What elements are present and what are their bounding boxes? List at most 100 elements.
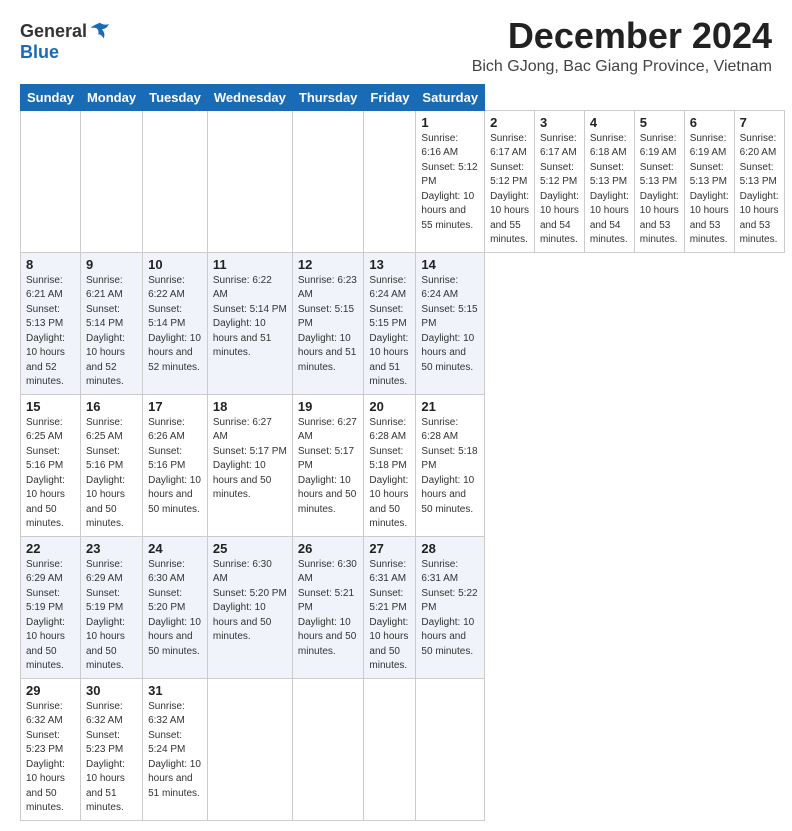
day-number: 10: [148, 257, 202, 272]
calendar-page: General Blue December 2024 Bich GJong, B…: [0, 0, 792, 831]
day-number: 2: [490, 115, 529, 130]
title-section: December 2024 Bich GJong, Bac Giang Prov…: [472, 16, 772, 76]
day-info: Sunrise: 6:22 AMSunset: 5:14 PMDaylight:…: [213, 274, 287, 361]
day-info: Sunrise: 6:30 AMSunset: 5:20 PMDaylight:…: [148, 558, 202, 660]
day-number: 31: [148, 683, 202, 698]
day-info: Sunrise: 6:27 AMSunset: 5:17 PMDaylight:…: [213, 416, 287, 503]
day-info: Sunrise: 6:29 AMSunset: 5:19 PMDaylight:…: [86, 558, 137, 674]
day-info: Sunrise: 6:25 AMSunset: 5:16 PMDaylight:…: [26, 416, 75, 532]
col-wednesday: Wednesday: [207, 84, 292, 110]
calendar-week-row: 29Sunrise: 6:32 AMSunset: 5:23 PMDayligh…: [21, 678, 785, 820]
day-number: 11: [213, 257, 287, 272]
table-row: 26 Sunrise: 6:30 AMSunset: 5:21 PMDayligh…: [292, 536, 364, 678]
table-row: [364, 110, 416, 252]
table-row: 31Sunrise: 6:32 AMSunset: 5:24 PMDayligh…: [143, 678, 208, 820]
table-row: 29Sunrise: 6:32 AMSunset: 5:23 PMDayligh…: [21, 678, 81, 820]
day-number: 15: [26, 399, 75, 414]
day-number: 18: [213, 399, 287, 414]
day-number: 5: [640, 115, 679, 130]
logo-general-text: General: [20, 21, 87, 42]
table-row: [416, 678, 485, 820]
table-row: 19 Sunrise: 6:27 AMSunset: 5:17 PMDayligh…: [292, 394, 364, 536]
table-row: [364, 678, 416, 820]
day-info: Sunrise: 6:21 AMSunset: 5:14 PMDaylight:…: [86, 274, 137, 390]
table-row: [292, 678, 364, 820]
day-number: 28: [421, 541, 479, 556]
day-number: 17: [148, 399, 202, 414]
table-row: 22Sunrise: 6:29 AMSunset: 5:19 PMDayligh…: [21, 536, 81, 678]
table-row: 11 Sunrise: 6:22 AMSunset: 5:14 PMDayligh…: [207, 252, 292, 394]
table-row: 7 Sunrise: 6:20 AMSunset: 5:13 PMDaylight…: [734, 110, 784, 252]
table-row: 10 Sunrise: 6:22 AMSunset: 5:14 PMDayligh…: [143, 252, 208, 394]
day-number: 14: [421, 257, 479, 272]
table-row: 20Sunrise: 6:28 AMSunset: 5:18 PMDayligh…: [364, 394, 416, 536]
table-row: [207, 678, 292, 820]
table-row: 2 Sunrise: 6:17 AMSunset: 5:12 PMDaylight…: [485, 110, 535, 252]
day-info: Sunrise: 6:30 AMSunset: 5:21 PMDaylight:…: [298, 558, 359, 660]
calendar-header-row: Sunday Monday Tuesday Wednesday Thursday…: [21, 84, 785, 110]
day-number: 27: [369, 541, 410, 556]
day-info: Sunrise: 6:31 AMSunset: 5:21 PMDaylight:…: [369, 558, 410, 674]
table-row: 13 Sunrise: 6:24 AMSunset: 5:15 PMDayligh…: [364, 252, 416, 394]
day-number: 23: [86, 541, 137, 556]
day-number: 13: [369, 257, 410, 272]
calendar-week-row: 22Sunrise: 6:29 AMSunset: 5:19 PMDayligh…: [21, 536, 785, 678]
table-row: 1 Sunrise: 6:16 AMSunset: 5:12 PMDaylight…: [416, 110, 485, 252]
logo-blue-text: Blue: [20, 42, 59, 63]
day-info: Sunrise: 6:19 AMSunset: 5:13 PMDaylight:…: [690, 132, 729, 248]
table-row: 28Sunrise: 6:31 AMSunset: 5:22 PMDayligh…: [416, 536, 485, 678]
day-number: 26: [298, 541, 359, 556]
col-friday: Friday: [364, 84, 416, 110]
day-info: Sunrise: 6:18 AMSunset: 5:13 PMDaylight:…: [590, 132, 629, 248]
table-row: 15 Sunrise: 6:25 AMSunset: 5:16 PMDayligh…: [21, 394, 81, 536]
day-info: Sunrise: 6:25 AMSunset: 5:16 PMDaylight:…: [86, 416, 137, 532]
day-number: 21: [421, 399, 479, 414]
day-number: 6: [690, 115, 729, 130]
day-number: 19: [298, 399, 359, 414]
table-row: 9 Sunrise: 6:21 AMSunset: 5:14 PMDaylight…: [80, 252, 142, 394]
day-info: Sunrise: 6:23 AMSunset: 5:15 PMDaylight:…: [298, 274, 359, 376]
table-row: 3Sunrise: 6:17 AMSunset: 5:12 PMDaylight…: [534, 110, 584, 252]
day-number: 24: [148, 541, 202, 556]
day-number: 16: [86, 399, 137, 414]
day-info: Sunrise: 6:27 AMSunset: 5:17 PMDaylight:…: [298, 416, 359, 518]
calendar-week-row: 1 Sunrise: 6:16 AMSunset: 5:12 PMDaylight…: [21, 110, 785, 252]
table-row: 30Sunrise: 6:32 AMSunset: 5:23 PMDayligh…: [80, 678, 142, 820]
table-row: [143, 110, 208, 252]
day-number: 1: [421, 115, 479, 130]
table-row: [21, 110, 81, 252]
day-info: Sunrise: 6:24 AMSunset: 5:15 PMDaylight:…: [369, 274, 410, 390]
day-info: Sunrise: 6:26 AMSunset: 5:16 PMDaylight:…: [148, 416, 202, 518]
day-info: Sunrise: 6:20 AMSunset: 5:13 PMDaylight:…: [740, 132, 779, 248]
day-info: Sunrise: 6:17 AMSunset: 5:12 PMDaylight:…: [540, 132, 579, 248]
table-row: 4Sunrise: 6:18 AMSunset: 5:13 PMDaylight…: [584, 110, 634, 252]
month-title: December 2024: [472, 16, 772, 56]
table-row: [80, 110, 142, 252]
table-row: 16 Sunrise: 6:25 AMSunset: 5:16 PMDayligh…: [80, 394, 142, 536]
day-info: Sunrise: 6:19 AMSunset: 5:13 PMDaylight:…: [640, 132, 679, 248]
day-info: Sunrise: 6:21 AMSunset: 5:13 PMDaylight:…: [26, 274, 75, 390]
day-info: Sunrise: 6:22 AMSunset: 5:14 PMDaylight:…: [148, 274, 202, 376]
day-info: Sunrise: 6:17 AMSunset: 5:12 PMDaylight:…: [490, 132, 529, 248]
day-info: Sunrise: 6:24 AMSunset: 5:15 PMDaylight:…: [421, 274, 479, 376]
calendar-week-row: 8Sunrise: 6:21 AMSunset: 5:13 PMDaylight…: [21, 252, 785, 394]
day-number: 25: [213, 541, 287, 556]
table-row: 21 Sunrise: 6:28 AMSunset: 5:18 PMDayligh…: [416, 394, 485, 536]
day-number: 12: [298, 257, 359, 272]
day-number: 7: [740, 115, 779, 130]
day-number: 9: [86, 257, 137, 272]
table-row: 18 Sunrise: 6:27 AMSunset: 5:17 PMDayligh…: [207, 394, 292, 536]
col-thursday: Thursday: [292, 84, 364, 110]
col-saturday: Saturday: [416, 84, 485, 110]
day-info: Sunrise: 6:28 AMSunset: 5:18 PMDaylight:…: [421, 416, 479, 518]
table-row: 17 Sunrise: 6:26 AMSunset: 5:16 PMDayligh…: [143, 394, 208, 536]
table-row: 8Sunrise: 6:21 AMSunset: 5:13 PMDaylight…: [21, 252, 81, 394]
logo-bird-icon: [89, 20, 111, 42]
calendar-table: Sunday Monday Tuesday Wednesday Thursday…: [20, 84, 785, 821]
table-row: 23 Sunrise: 6:29 AMSunset: 5:19 PMDayligh…: [80, 536, 142, 678]
logo: General Blue: [20, 20, 111, 63]
day-info: Sunrise: 6:16 AMSunset: 5:12 PMDaylight:…: [421, 132, 479, 234]
col-monday: Monday: [80, 84, 142, 110]
page-header: General Blue December 2024 Bich GJong, B…: [20, 16, 772, 76]
table-row: 14 Sunrise: 6:24 AMSunset: 5:15 PMDayligh…: [416, 252, 485, 394]
